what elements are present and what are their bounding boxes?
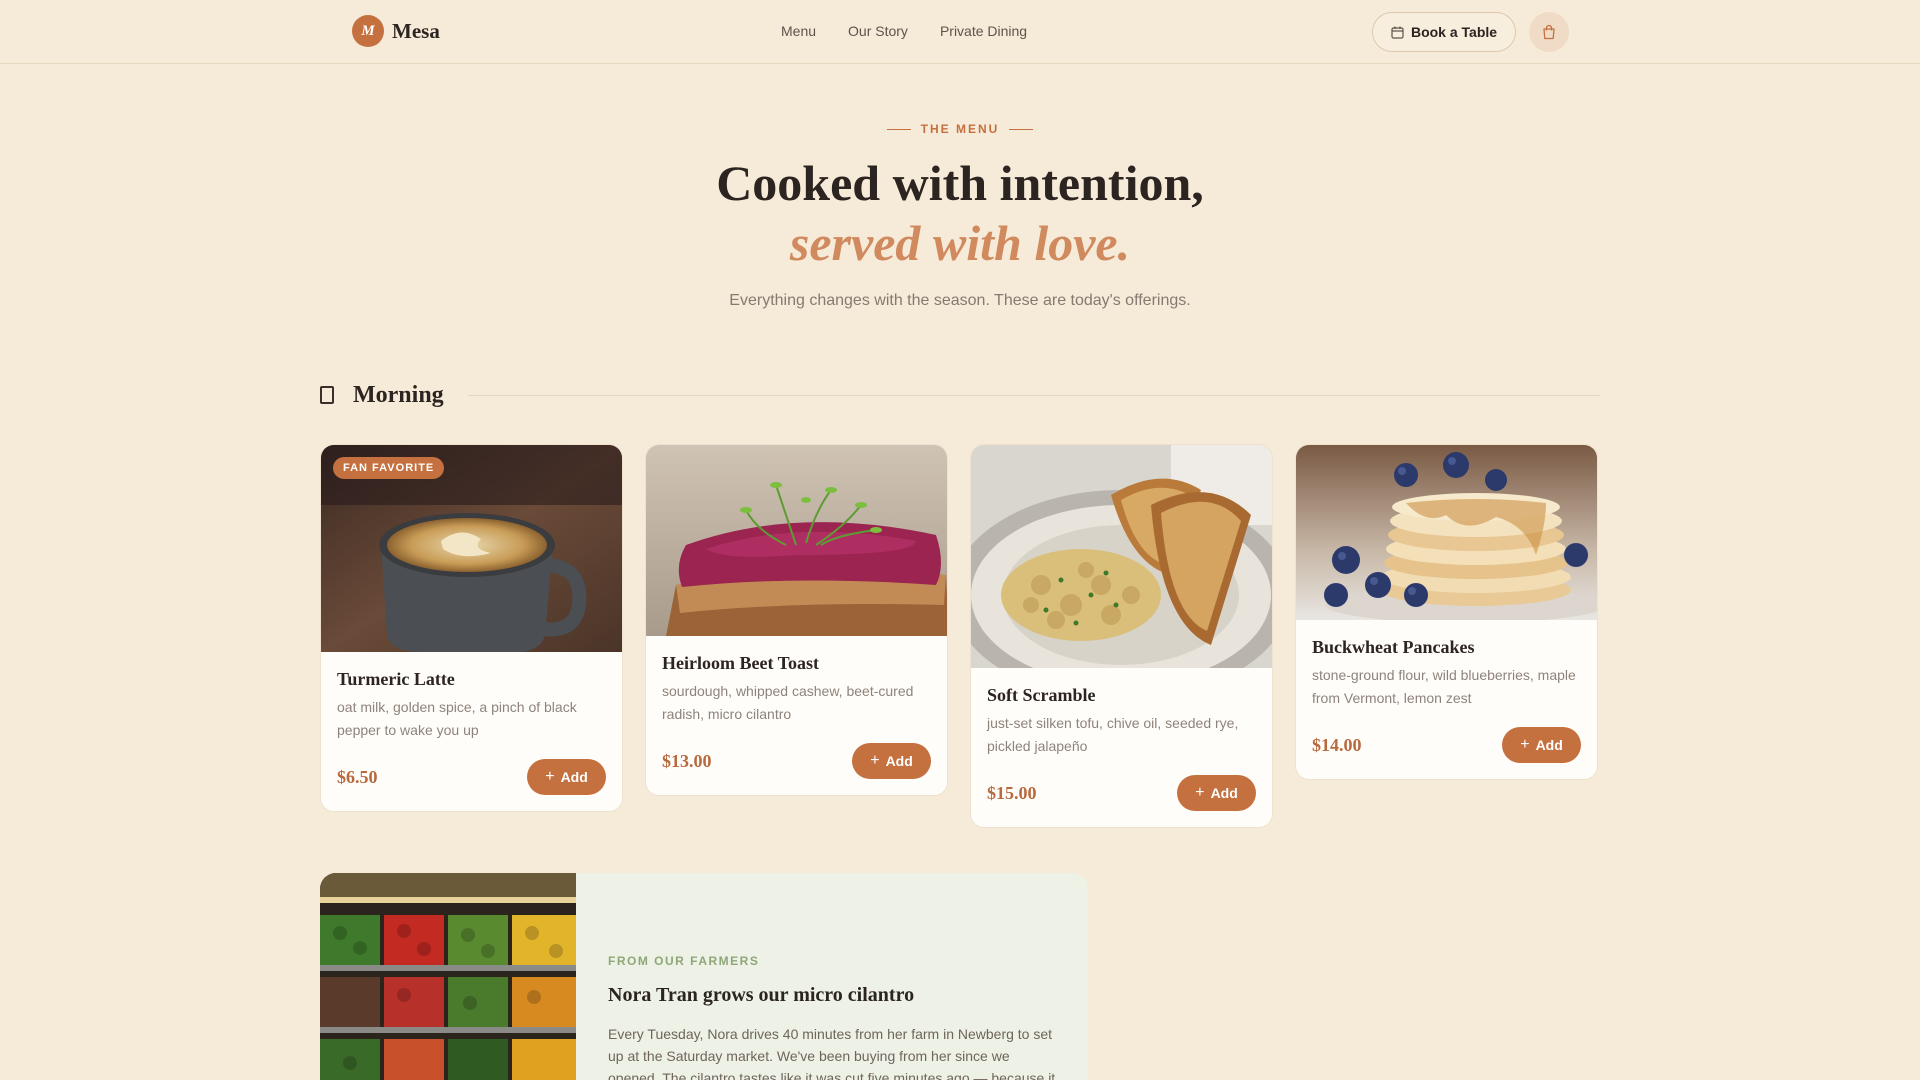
eyebrow-text: THE MENU	[920, 122, 1000, 136]
plus-icon: +	[545, 768, 555, 785]
nav-link-our-story[interactable]: Our Story	[848, 23, 908, 39]
section-divider	[467, 394, 1600, 396]
shopping-bag-icon	[1543, 24, 1555, 40]
add-soft-scramble-button[interactable]: + Add	[1177, 775, 1256, 811]
card-price: $13.00	[662, 750, 712, 771]
nav-link-private-dining[interactable]: Private Dining	[940, 23, 1027, 39]
shopping-bag-button[interactable]	[1529, 12, 1569, 52]
hero-subtitle: served with love.	[789, 215, 1131, 271]
section-title: Morning	[353, 381, 444, 408]
buckwheat-pancakes-image	[1296, 445, 1597, 620]
turmeric-latte-image: FAN FAVORITE	[321, 445, 622, 652]
card-footer: $13.00 + Add	[662, 743, 931, 779]
card-footer: $15.00 + Add	[987, 775, 1256, 811]
card-name: Soft Scramble	[987, 685, 1096, 705]
add-label: Add	[885, 753, 913, 769]
card-description: just-set silken tofu, chive oil, seeded …	[987, 715, 1239, 754]
farmer-text: FROM OUR FARMERS Nora Tran grows our mic…	[608, 954, 1058, 1080]
farmer-feature: FROM OUR FARMERS Nora Tran grows our mic…	[320, 873, 1088, 1080]
book-table-button[interactable]: Book a Table	[1372, 12, 1516, 52]
menu-card-turmeric-latte: FAN FAVORITE Turmeric Latte oat milk, go…	[320, 444, 623, 812]
menu-card-heirloom-beet-toast: Heirloom Beet Toast sourdough, whipped c…	[645, 444, 948, 796]
brand-mark: M	[352, 15, 384, 47]
card-description: sourdough, whipped cashew, beet-cured ra…	[662, 683, 914, 722]
add-buckwheat-pancakes-button[interactable]: + Add	[1502, 727, 1581, 763]
card-name: Heirloom Beet Toast	[662, 653, 819, 673]
nav-links: Menu Our Story Private Dining	[781, 23, 1027, 39]
market-produce-photo-icon	[320, 873, 576, 1080]
hero-title: Cooked with intention,	[716, 155, 1204, 211]
hero-description: Everything changes with the season. Thes…	[729, 292, 1191, 309]
plus-icon: +	[1195, 784, 1205, 801]
card-price: $6.50	[337, 766, 378, 787]
calendar-icon	[1391, 26, 1404, 39]
book-table-label: Book a Table	[1410, 24, 1498, 40]
card-price: $15.00	[987, 782, 1037, 803]
farmer-eyebrow: FROM OUR FARMERS	[608, 954, 760, 968]
scramble-photo-icon	[971, 445, 1272, 668]
eyebrow-rule-right	[1009, 128, 1034, 130]
farmer-body: Every Tuesday, Nora drives 40 minutes fr…	[608, 1026, 1056, 1080]
pancakes-photo-icon	[1296, 445, 1597, 620]
menu-card-soft-scramble: Soft Scramble just-set silken tofu, chiv…	[970, 444, 1273, 828]
brand-name: Mesa	[392, 18, 440, 43]
card-body: Heirloom Beet Toast sourdough, whipped c…	[646, 636, 947, 795]
card-name: Turmeric Latte	[337, 669, 455, 689]
beet-toast-image	[646, 445, 947, 636]
add-turmeric-latte-button[interactable]: + Add	[527, 759, 606, 795]
card-body: Buckwheat Pancakes stone-ground flour, w…	[1296, 620, 1597, 779]
add-label: Add	[1210, 785, 1238, 801]
top-nav: M Mesa Menu Our Story Private Dining Boo…	[0, 0, 1920, 64]
card-footer: $14.00 + Add	[1312, 727, 1581, 763]
card-description: stone-ground flour, wild blueberries, ma…	[1312, 667, 1576, 706]
add-label: Add	[1535, 737, 1563, 753]
card-price: $14.00	[1312, 734, 1362, 755]
plus-icon: +	[870, 752, 880, 769]
card-footer: $6.50 + Add	[337, 759, 606, 795]
card-body: Turmeric Latte oat milk, golden spice, a…	[321, 652, 622, 811]
soft-scramble-image	[971, 445, 1272, 668]
card-name: Buckwheat Pancakes	[1312, 637, 1475, 657]
eyebrow-rule-left	[886, 128, 911, 130]
card-description: oat milk, golden spice, a pinch of black…	[337, 699, 577, 738]
fan-favorite-badge: FAN FAVORITE	[333, 457, 445, 479]
add-heirloom-beet-toast-button[interactable]: + Add	[852, 743, 931, 779]
card-body: Soft Scramble just-set silken tofu, chiv…	[971, 668, 1272, 827]
farmer-market-image	[320, 873, 576, 1080]
beet-toast-photo-icon	[646, 445, 947, 636]
section-icon	[320, 386, 334, 404]
section-header-morning: Morning	[320, 380, 1600, 410]
add-label: Add	[560, 769, 588, 785]
farmer-title: Nora Tran grows our micro cilantro	[608, 984, 915, 1006]
menu-card-buckwheat-pancakes: Buckwheat Pancakes stone-ground flour, w…	[1295, 444, 1598, 780]
menu-eyebrow: THE MENU	[0, 122, 1920, 136]
nav-link-menu[interactable]: Menu	[781, 23, 816, 39]
brand-logo[interactable]: M Mesa	[352, 15, 440, 47]
plus-icon: +	[1520, 736, 1530, 753]
